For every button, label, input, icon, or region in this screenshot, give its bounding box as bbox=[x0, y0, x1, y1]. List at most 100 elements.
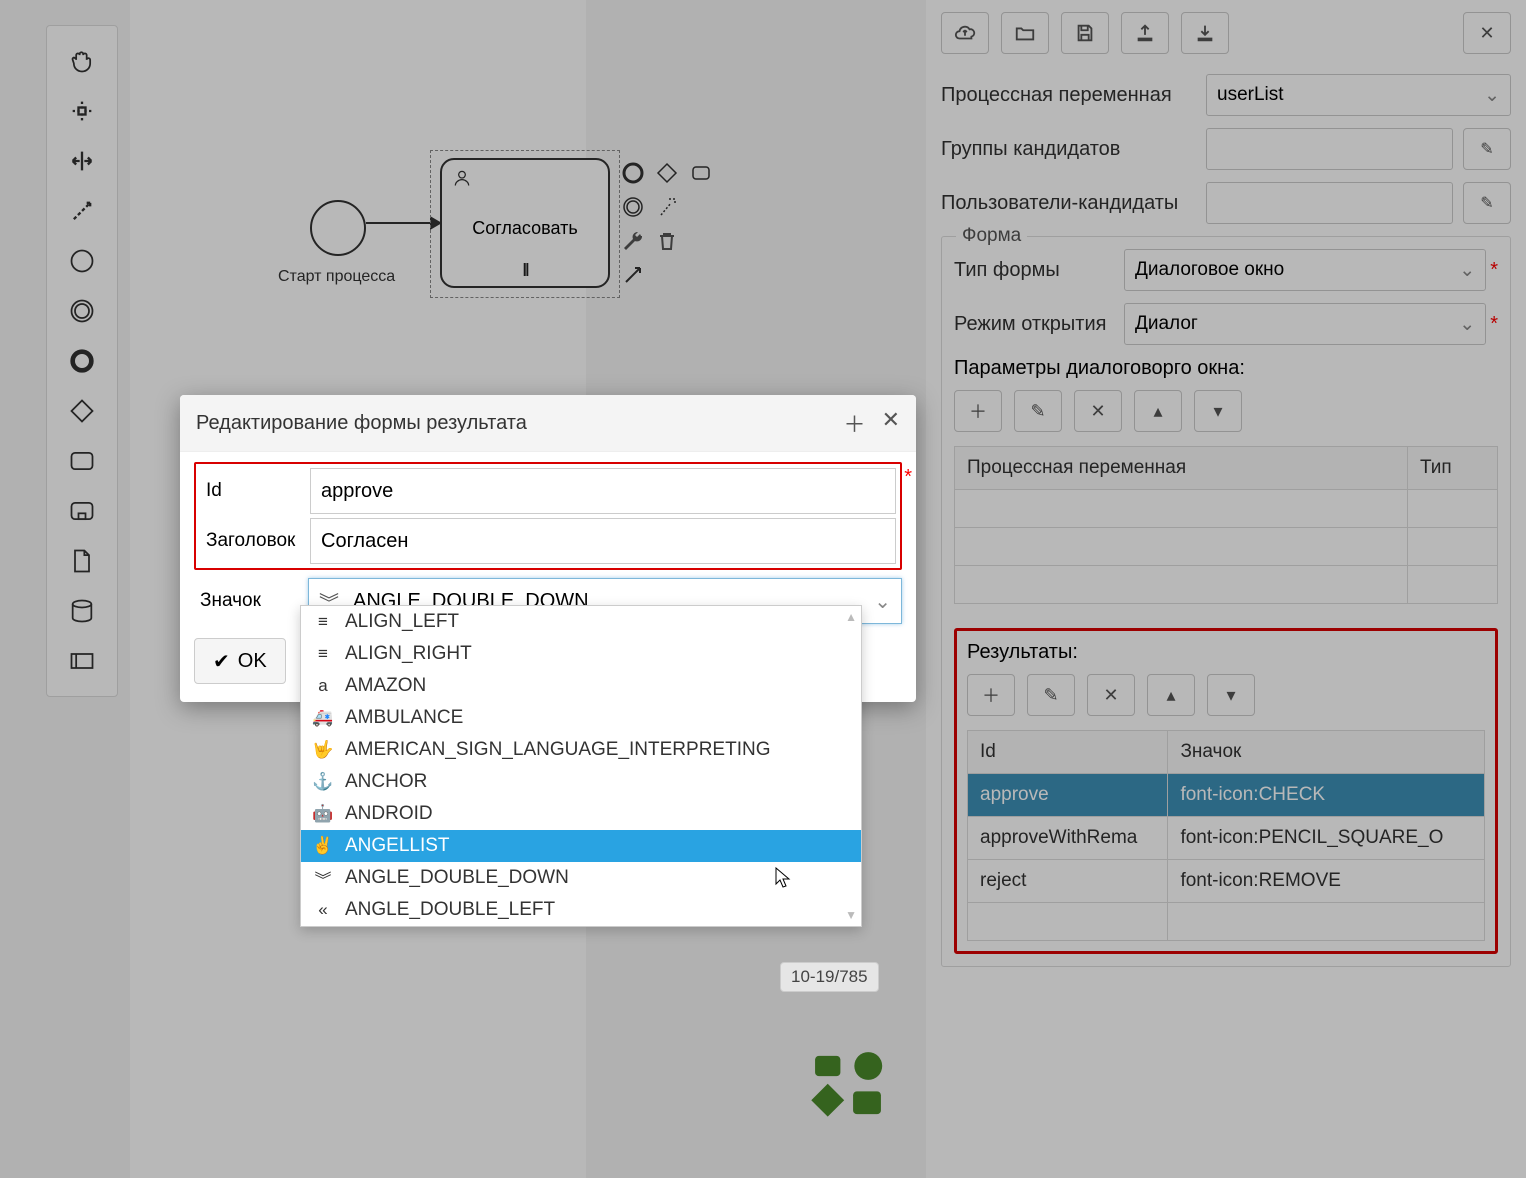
option-icon: « bbox=[311, 900, 335, 920]
results-table[interactable]: IdЗначок approvefont-icon:CHECK approveW… bbox=[967, 730, 1485, 941]
cloud-upload-button[interactable] bbox=[941, 12, 989, 54]
scroll-up-icon[interactable]: ▲ bbox=[845, 610, 857, 624]
ctx-connect-icon[interactable] bbox=[620, 262, 646, 288]
dialog-params-label: Параметры диалоговорго окна: bbox=[954, 357, 1498, 380]
ctx-rect-icon[interactable] bbox=[688, 160, 714, 186]
params-table: Процессная переменнаяТип bbox=[954, 446, 1498, 604]
ok-button[interactable]: ✔OK bbox=[194, 638, 286, 684]
intermediate-event-tool[interactable] bbox=[62, 286, 102, 336]
ctx-circle-icon[interactable] bbox=[620, 160, 646, 186]
form-fieldset: Форма Тип формы Диалоговое окно⌄ * Режим… bbox=[941, 236, 1511, 967]
param-edit-button[interactable]: ✎ bbox=[1014, 390, 1062, 432]
open-folder-button[interactable] bbox=[1001, 12, 1049, 54]
results-section: Результаты: ＋ ✎ ✕ ▴ ▾ IdЗначок approvefo… bbox=[954, 628, 1498, 954]
ctx-wrench-icon[interactable] bbox=[620, 228, 646, 254]
scroll-down-icon[interactable]: ▼ bbox=[845, 908, 857, 922]
dialog-add-button[interactable]: ＋ bbox=[844, 407, 866, 439]
task-tool[interactable] bbox=[62, 436, 102, 486]
bpmn-logo bbox=[810, 1050, 886, 1120]
option-label: ANGELLIST bbox=[345, 835, 450, 857]
data-object-tool[interactable] bbox=[62, 536, 102, 586]
dropdown-item[interactable]: « ANGLE_DOUBLE_LEFT bbox=[301, 894, 861, 926]
option-label: ANCHOR bbox=[345, 771, 427, 793]
upload-button[interactable] bbox=[1121, 12, 1169, 54]
table-row[interactable] bbox=[968, 903, 1485, 941]
start-event[interactable] bbox=[310, 200, 366, 256]
cand-groups-label: Группы кандидатов bbox=[941, 138, 1206, 161]
save-button[interactable] bbox=[1061, 12, 1109, 54]
download-button[interactable] bbox=[1181, 12, 1229, 54]
dropdown-item[interactable]: aAMAZON bbox=[301, 670, 861, 702]
option-label: ALIGN_LEFT bbox=[345, 611, 459, 633]
option-label: AMAZON bbox=[345, 675, 426, 697]
option-label: AMBULANCE bbox=[345, 707, 463, 729]
user-icon bbox=[452, 168, 472, 188]
task-label: Согласовать bbox=[442, 218, 608, 239]
param-down-button[interactable]: ▾ bbox=[1194, 390, 1242, 432]
param-delete-button[interactable]: ✕ bbox=[1074, 390, 1122, 432]
dropdown-item[interactable]: ≡ ALIGN_LEFT bbox=[301, 606, 861, 638]
table-row[interactable]: approveWithRemafont-icon:PENCIL_SQUARE_O bbox=[968, 817, 1485, 860]
start-event-label: Старт процесса bbox=[278, 268, 395, 286]
table-row[interactable]: rejectfont-icon:REMOVE bbox=[968, 860, 1485, 903]
result-down-button[interactable]: ▾ bbox=[1207, 674, 1255, 716]
icon-label: Значок bbox=[194, 590, 308, 612]
start-event-tool[interactable] bbox=[62, 236, 102, 286]
option-icon: ✌ bbox=[311, 836, 335, 856]
option-label: AMERICAN_SIGN_LANGUAGE_INTERPRETING bbox=[345, 739, 770, 761]
ctx-intermediate-icon[interactable] bbox=[620, 194, 646, 220]
dropdown-item[interactable]: 🤟AMERICAN_SIGN_LANGUAGE_INTERPRETING bbox=[301, 734, 861, 766]
cursor-icon bbox=[775, 867, 791, 889]
cand-users-label: Пользователи-кандидаты bbox=[941, 192, 1206, 215]
proc-var-select[interactable]: userList⌄ bbox=[1206, 74, 1511, 116]
close-panel-button[interactable]: ✕ bbox=[1463, 12, 1511, 54]
form-type-select[interactable]: Диалоговое окно⌄ bbox=[1124, 249, 1486, 291]
left-toolbar bbox=[46, 25, 118, 697]
result-edit-button[interactable]: ✎ bbox=[1027, 674, 1075, 716]
space-tool[interactable] bbox=[62, 136, 102, 186]
required-mark: * bbox=[1490, 313, 1498, 336]
dropdown-item[interactable]: 🤖ANDROID bbox=[301, 798, 861, 830]
dropdown-item[interactable]: ≡ALIGN_RIGHT bbox=[301, 638, 861, 670]
option-label: ANDROID bbox=[345, 803, 433, 825]
hand-tool[interactable] bbox=[62, 36, 102, 86]
subprocess-tool[interactable] bbox=[62, 486, 102, 536]
cand-groups-input[interactable] bbox=[1206, 128, 1453, 170]
required-mark: * bbox=[1490, 259, 1498, 282]
option-label: ANGLE_DOUBLE_LEFT bbox=[345, 899, 555, 921]
ctx-annotation-icon[interactable] bbox=[654, 194, 680, 220]
dropdown-item[interactable]: 🚑 AMBULANCE bbox=[301, 702, 861, 734]
sequence-flow[interactable] bbox=[366, 222, 440, 224]
result-add-button[interactable]: ＋ bbox=[967, 674, 1015, 716]
gateway-tool[interactable] bbox=[62, 386, 102, 436]
ctx-diamond-icon[interactable] bbox=[654, 160, 680, 186]
option-icon: 🚑 bbox=[311, 708, 335, 728]
caption-label: Заголовок bbox=[200, 530, 310, 552]
end-event-tool[interactable] bbox=[62, 336, 102, 386]
option-icon: ︾ bbox=[311, 866, 335, 891]
participant-tool[interactable] bbox=[62, 636, 102, 686]
option-icon: ≡ bbox=[311, 612, 335, 632]
id-input[interactable] bbox=[310, 468, 896, 514]
result-delete-button[interactable]: ✕ bbox=[1087, 674, 1135, 716]
ctx-trash-icon[interactable] bbox=[654, 228, 680, 254]
cand-groups-edit-button[interactable]: ✎ bbox=[1463, 128, 1511, 170]
results-title: Результаты: bbox=[967, 641, 1485, 664]
lasso-tool[interactable] bbox=[62, 86, 102, 136]
cand-users-input[interactable] bbox=[1206, 182, 1453, 224]
param-up-button[interactable]: ▴ bbox=[1134, 390, 1182, 432]
result-up-button[interactable]: ▴ bbox=[1147, 674, 1195, 716]
open-mode-select[interactable]: Диалог⌄ bbox=[1124, 303, 1486, 345]
dropdown-item[interactable]: ✌ ANGELLIST bbox=[301, 830, 861, 862]
option-label: ANGLE_DOUBLE_DOWN bbox=[345, 867, 569, 889]
connect-tool[interactable] bbox=[62, 186, 102, 236]
caption-input[interactable] bbox=[310, 518, 896, 564]
dialog-close-button[interactable]: ✕ bbox=[882, 407, 900, 439]
table-row[interactable]: approvefont-icon:CHECK bbox=[968, 774, 1485, 817]
option-icon: ⚓ bbox=[311, 772, 335, 792]
param-add-button[interactable]: ＋ bbox=[954, 390, 1002, 432]
dropdown-item[interactable]: ⚓ ANCHOR bbox=[301, 766, 861, 798]
cand-users-edit-button[interactable]: ✎ bbox=[1463, 182, 1511, 224]
data-store-tool[interactable] bbox=[62, 586, 102, 636]
user-task[interactable]: Согласовать ||| bbox=[440, 158, 610, 288]
